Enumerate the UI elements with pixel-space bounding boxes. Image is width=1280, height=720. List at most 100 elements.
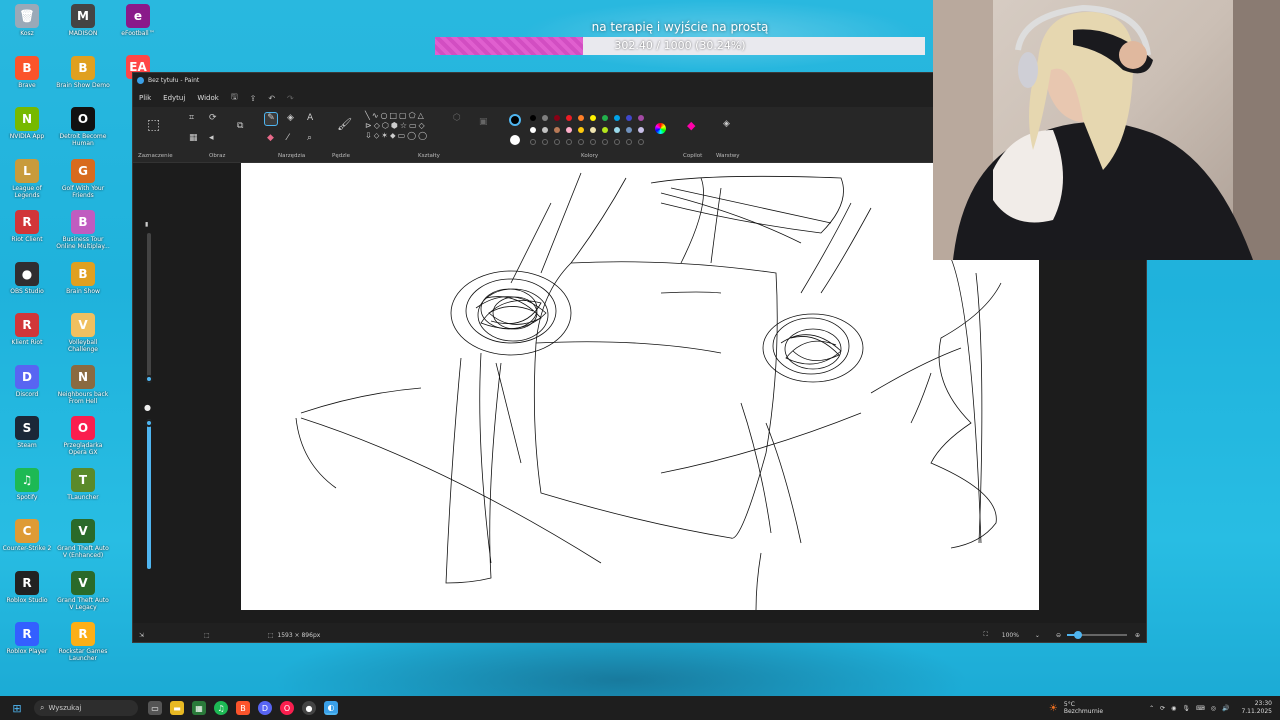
secondary-color[interactable]	[510, 135, 520, 145]
desktop-icon[interactable]: 🗑 Kosz	[0, 4, 54, 37]
desktop-icon[interactable]: G Golf With Your Friends	[56, 158, 110, 199]
clock[interactable]: 23:30 7.11.2025	[1241, 700, 1272, 716]
custom-color-slot[interactable]	[578, 139, 584, 145]
discord-icon[interactable]: D	[258, 701, 272, 715]
volume-icon[interactable]: 🔊	[1222, 705, 1229, 712]
redo-icon[interactable]: ↷	[287, 94, 294, 103]
resize-icon[interactable]: ⧉	[237, 121, 243, 131]
text-icon[interactable]: A	[307, 113, 313, 123]
desktop-icon[interactable]: T TLauncher	[56, 467, 110, 501]
palette-swatch[interactable]	[542, 127, 548, 133]
zoom-level[interactable]: 100%	[1002, 632, 1019, 639]
brush-size-knob[interactable]	[145, 375, 153, 383]
start-icon[interactable]: ⊞	[10, 701, 24, 715]
desktop-icon[interactable]: V Volleyball Challenge	[56, 313, 110, 353]
palette-swatch[interactable]	[566, 115, 572, 121]
palette-swatch[interactable]	[626, 127, 632, 133]
shape-fill-icon[interactable]: ▣	[479, 117, 488, 127]
desktop-icon[interactable]: M MADISON	[56, 4, 110, 37]
palette-swatch[interactable]	[638, 127, 644, 133]
desktop-icon[interactable]: R Rockstar Games Launcher	[56, 622, 110, 662]
pencil-icon[interactable]: ✎	[264, 112, 278, 126]
zoom-out-icon[interactable]: ⊖	[1056, 632, 1061, 639]
palette-swatch[interactable]	[554, 115, 560, 121]
custom-color-slot[interactable]	[626, 139, 632, 145]
palette-swatch[interactable]	[614, 115, 620, 121]
rotate-icon[interactable]: ⟳	[209, 113, 217, 123]
palette-swatch[interactable]	[542, 115, 548, 121]
desktop-icon[interactable]: ● OBS Studio	[0, 261, 54, 295]
palette-swatch[interactable]	[602, 115, 608, 121]
store-icon[interactable]: ▦	[192, 701, 206, 715]
desktop-icon[interactable]: V Grand Theft Auto V Legacy	[56, 570, 110, 611]
shapes-gallery[interactable]: ╲∿○□▢⬠△ ⊳◇⬡⬢☆▭◇ ⇩⬦✶⬥▭◯◯	[365, 111, 443, 141]
palette-swatch[interactable]	[530, 127, 536, 133]
zoom-slider[interactable]	[1066, 631, 1127, 639]
desktop-icon[interactable]: N Neighbours back From Hell	[56, 364, 110, 405]
color-picker-icon[interactable]: ⁄	[287, 133, 289, 143]
copilot-icon[interactable]: ◆	[687, 119, 695, 132]
desktop-icon[interactable]: S Steam	[0, 416, 54, 449]
opacity-knob[interactable]	[145, 419, 153, 427]
drawing-canvas[interactable]	[241, 163, 1039, 611]
palette-swatch[interactable]	[578, 115, 584, 121]
palette-swatch[interactable]	[626, 115, 632, 121]
brave-icon[interactable]: B	[236, 701, 250, 715]
weather-widget[interactable]: 5°C Bezchmurnie	[1064, 701, 1103, 715]
fit-window-icon[interactable]: ⛶	[984, 631, 988, 639]
taskbar-search[interactable]: ⌕ Wyszukaj	[34, 700, 138, 716]
palette-swatch[interactable]	[590, 115, 596, 121]
desktop-icon[interactable]: R Roblox Player	[0, 622, 54, 655]
zoom-in-icon[interactable]: ⊕	[1135, 632, 1140, 639]
tray-chevron-icon[interactable]: ⌃	[1149, 705, 1154, 712]
custom-color-slot[interactable]	[530, 139, 536, 145]
obs-icon[interactable]: ●	[302, 701, 316, 715]
sync-icon[interactable]: ⟳	[1160, 705, 1165, 712]
desktop-icon[interactable]: R Roblox Studio	[0, 570, 54, 604]
custom-color-slot[interactable]	[590, 139, 596, 145]
custom-color-slot[interactable]	[614, 139, 620, 145]
desktop-icon[interactable]: C Counter-Strike 2	[0, 519, 54, 552]
save-icon[interactable]: 🖫	[231, 91, 238, 105]
desktop-icon[interactable]: B Brain Show	[56, 261, 110, 295]
flip-icon[interactable]: ◂	[209, 133, 214, 143]
desktop-icon[interactable]: R Riot Client	[0, 210, 54, 243]
custom-color-slot[interactable]	[638, 139, 644, 145]
selection-icon[interactable]: ⬚	[147, 117, 160, 133]
opera-gx-icon[interactable]: O	[280, 701, 294, 715]
desktop-icon[interactable]: e eFootball™	[111, 4, 165, 37]
zoom-dropdown-icon[interactable]: ⌄	[1035, 632, 1040, 639]
spotify-icon[interactable]: ♫	[214, 701, 228, 715]
desktop-icon[interactable]: N NVIDIA App	[0, 107, 54, 140]
custom-color-slot[interactable]	[542, 139, 548, 145]
palette-swatch[interactable]	[566, 127, 572, 133]
desktop-icon[interactable]: ♫ Spotify	[0, 467, 54, 501]
palette-swatch[interactable]	[554, 127, 560, 133]
palette-swatch[interactable]	[602, 127, 608, 133]
crop-icon[interactable]: ⌗	[189, 113, 194, 123]
menu-edit[interactable]: Edytuj	[163, 94, 185, 102]
palette-swatch[interactable]	[638, 115, 644, 121]
menu-file[interactable]: Plik	[139, 94, 151, 102]
custom-color-slot[interactable]	[554, 139, 560, 145]
zoom-slider-knob[interactable]	[1073, 631, 1082, 639]
microphone-icon[interactable]: 🎙	[1182, 705, 1190, 712]
brush-size-slider[interactable]	[145, 233, 153, 383]
desktop-icon[interactable]: B Business Tour Online Multiplay...	[56, 210, 110, 250]
primary-color[interactable]	[509, 114, 521, 126]
desktop-icon[interactable]: B Brave	[0, 55, 54, 89]
desktop-icon[interactable]: D Discord	[0, 364, 54, 398]
palette-swatch[interactable]	[614, 127, 620, 133]
fill-icon[interactable]: ◈	[287, 113, 294, 123]
share-icon[interactable]: ⇪	[250, 94, 257, 103]
edit-colors-icon[interactable]	[655, 123, 666, 134]
brush-icon[interactable]: 🖌	[337, 117, 352, 131]
desktop-icon[interactable]: R Klient Riot	[0, 313, 54, 346]
desktop-icon[interactable]: L League of Legends	[0, 158, 54, 199]
image-select-icon[interactable]: ▦	[189, 133, 198, 143]
layers-icon[interactable]: ◈	[723, 119, 730, 129]
wifi-icon[interactable]: ◎	[1211, 705, 1216, 712]
desktop-icon[interactable]: O Przeglądarka Opera GX	[56, 416, 110, 456]
custom-color-slot[interactable]	[602, 139, 608, 145]
desktop-icon[interactable]: V Grand Theft Auto V (Enhanced)	[56, 519, 110, 559]
